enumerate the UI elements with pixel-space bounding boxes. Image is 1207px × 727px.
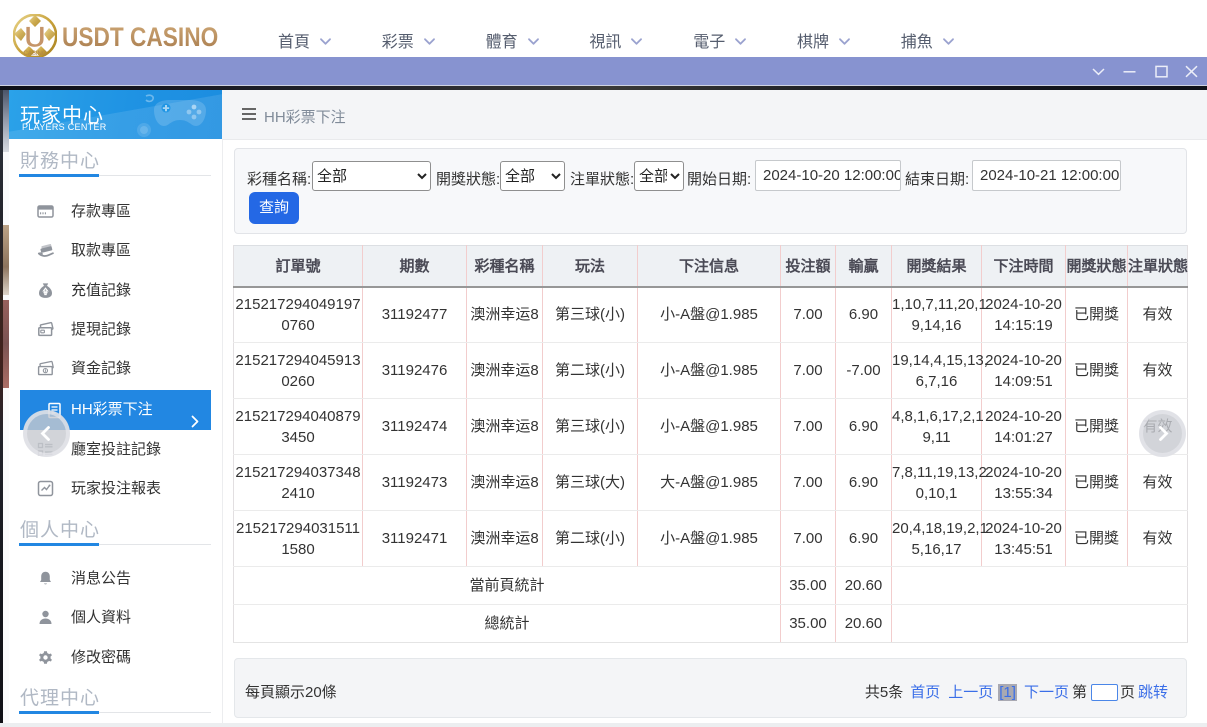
svg-text:U: U — [24, 21, 46, 54]
